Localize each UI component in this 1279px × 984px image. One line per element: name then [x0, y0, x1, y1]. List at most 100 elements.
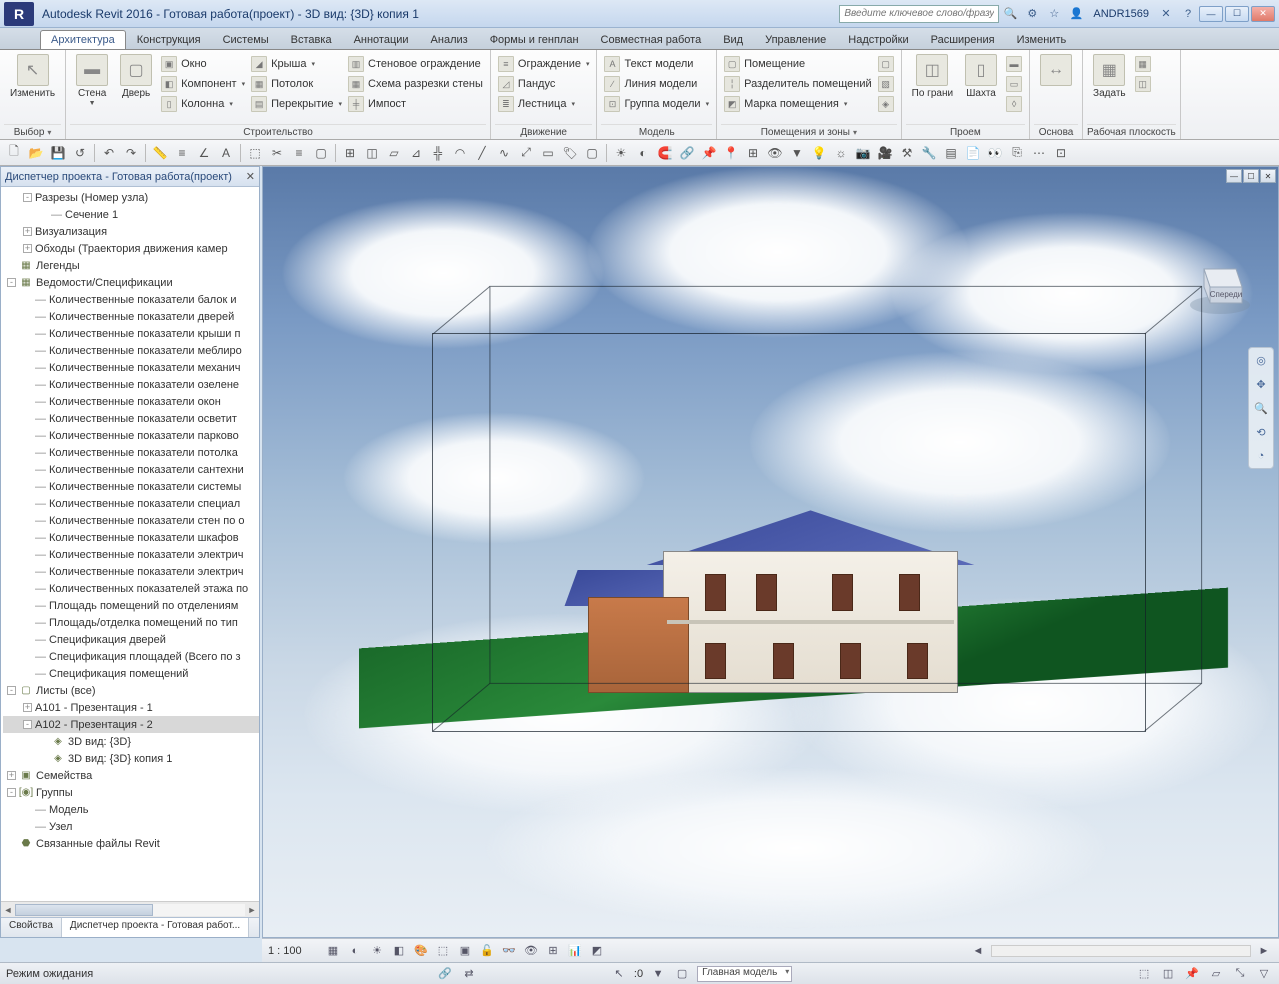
prop-icon[interactable]: 🔧 — [919, 143, 939, 163]
ribbon-tab-1[interactable]: Конструкция — [126, 30, 212, 49]
ribbon-panel-title[interactable]: Основа — [1034, 124, 1078, 139]
sel-underlay-icon[interactable]: ◫ — [1159, 966, 1177, 982]
tree-row[interactable]: ⬣Связанные файлы Revit — [3, 835, 259, 852]
zoom-icon[interactable]: 🔍 — [1252, 399, 1270, 417]
tree-row[interactable]: —Количественных показателей этажа по — [3, 580, 259, 597]
drag-icon[interactable]: ⤡ — [1231, 966, 1249, 982]
tree-row[interactable]: —Количественные показатели парково — [3, 427, 259, 444]
tree-row[interactable]: —Количественные показатели шкафов — [3, 529, 259, 546]
ribbon-tab-4[interactable]: Аннотации — [343, 30, 420, 49]
sel-pinned-icon[interactable]: 📌 — [1183, 966, 1201, 982]
tree-toggle-icon[interactable]: + — [23, 703, 32, 712]
ribbon-tab-12[interactable]: Изменить — [1006, 30, 1078, 49]
ribbon-small-1-0-2[interactable]: ▯Колонна▾ — [158, 94, 248, 114]
select-icon[interactable]: ↖ — [610, 966, 628, 982]
tree-row[interactable]: —Спецификация площадей (Всего по з — [3, 648, 259, 665]
pick-icon[interactable]: ⤢ — [516, 143, 536, 163]
ribbon-ico-4-0[interactable]: ▢ — [875, 54, 897, 74]
search-input[interactable] — [839, 5, 999, 23]
temp-hide-icon[interactable]: 👓 — [500, 942, 518, 960]
render-dialog-icon[interactable]: 🎨 — [412, 942, 430, 960]
tree-row[interactable]: —Количественные показатели озелене — [3, 376, 259, 393]
tree-row[interactable]: -A102 - Презентация - 2 — [3, 716, 259, 733]
ribbon-tab-8[interactable]: Вид — [712, 30, 754, 49]
analytic-icon[interactable]: 📊 — [566, 942, 584, 960]
open-icon[interactable]: 📂 — [26, 143, 46, 163]
align-icon[interactable]: ≡ — [172, 143, 192, 163]
opt-icon[interactable]: ⚒ — [897, 143, 917, 163]
magnet-icon[interactable]: 🧲 — [655, 143, 675, 163]
sun-path-icon[interactable]: ☀ — [368, 942, 386, 960]
tree-row[interactable]: —Сечение 1 — [3, 206, 259, 223]
ribbon-ico3-7-1[interactable]: ◫ — [1132, 74, 1154, 94]
project-browser-tab[interactable]: Диспетчер проекта - Готовая работ... — [62, 918, 249, 937]
tree-row[interactable]: —Площадь/отделка помещений по тип — [3, 614, 259, 631]
mat-icon[interactable]: ◐ — [633, 143, 653, 163]
tree-row[interactable]: —Количественные показатели окон — [3, 393, 259, 410]
vis-icon[interactable]: 👁 — [765, 143, 785, 163]
ribbon-ico-4-2[interactable]: ◈ — [875, 94, 897, 114]
model-icon[interactable]: ▢ — [673, 966, 691, 982]
tree-row[interactable]: +Визуализация — [3, 223, 259, 240]
tree-row[interactable]: —Количественные показатели стен по о — [3, 512, 259, 529]
undo-icon[interactable]: ↶ — [99, 143, 119, 163]
room-icon[interactable]: ▢ — [582, 143, 602, 163]
detail-level-icon[interactable]: ▦ — [324, 942, 342, 960]
tree-row[interactable]: +▣Семейства — [3, 767, 259, 784]
tree-row[interactable]: —Количественные показатели меблиро — [3, 342, 259, 359]
ribbon-ico3-7-0[interactable]: ▦ — [1132, 54, 1154, 74]
worksets-icon[interactable]: ⊞ — [544, 942, 562, 960]
tree-row[interactable]: —Спецификация дверей — [3, 631, 259, 648]
ribbon-tab-5[interactable]: Анализ — [420, 30, 479, 49]
sched-icon[interactable]: ▤ — [941, 143, 961, 163]
crop-icon[interactable]: ⬚ — [434, 942, 452, 960]
tree-row[interactable]: ◈3D вид: {3D} — [3, 733, 259, 750]
ribbon-panel-title[interactable]: Рабочая плоскость — [1087, 124, 1176, 139]
sel-filter-icon[interactable]: ▽ — [1255, 966, 1273, 982]
browser-tree[interactable]: -Разрезы (Номер узла)—Сечение 1+Визуализ… — [1, 187, 259, 901]
ribbon-ico-4-1[interactable]: ▧ — [875, 74, 897, 94]
ribbon-small-3-0-0[interactable]: AТекст модели — [601, 54, 712, 74]
design-option-combo[interactable]: Главная модель — [697, 966, 792, 982]
3d-icon[interactable]: ⬚ — [245, 143, 265, 163]
line-icon[interactable]: ╱ — [472, 143, 492, 163]
measure-icon[interactable]: 📏 — [150, 143, 170, 163]
ribbon-tab-3[interactable]: Вставка — [280, 30, 343, 49]
tree-row[interactable]: —Количественные показатели сантехни — [3, 461, 259, 478]
close-views-icon[interactable]: ▢ — [311, 143, 331, 163]
editreq-icon[interactable]: ⇄ — [460, 966, 478, 982]
box-icon[interactable]: ◫ — [362, 143, 382, 163]
grid-icon[interactable]: ╬ — [428, 143, 448, 163]
ribbon-big-6-0[interactable]: ↔ — [1034, 52, 1078, 90]
tree-row[interactable]: —Модель — [3, 801, 259, 818]
ribbon-tab-10[interactable]: Надстройки — [837, 30, 919, 49]
shadows-icon[interactable]: ◧ — [390, 942, 408, 960]
save-icon[interactable]: 💾 — [48, 143, 68, 163]
cam-icon[interactable]: 📷 — [853, 143, 873, 163]
crop-region-icon[interactable]: ▣ — [456, 942, 474, 960]
filter-icon[interactable]: ▼ — [787, 143, 807, 163]
reveal-icon[interactable]: 👁 — [522, 942, 540, 960]
angle-icon[interactable]: ∠ — [194, 143, 214, 163]
maximize-button[interactable]: ☐ — [1225, 6, 1249, 22]
ribbon-tab-6[interactable]: Формы и генплан — [479, 30, 590, 49]
dup-icon[interactable]: ⎘ — [1007, 143, 1027, 163]
tree-row[interactable]: +Обходы (Траектория движения камер — [3, 240, 259, 257]
star-icon[interactable]: ☆ — [1045, 5, 1063, 23]
section-icon[interactable]: ✂ — [267, 143, 287, 163]
tree-row[interactable]: -[◉]Группы — [3, 784, 259, 801]
render-icon[interactable]: ☀ — [611, 143, 631, 163]
arc-icon[interactable]: ◠ — [450, 143, 470, 163]
filter-status-icon[interactable]: ▼ — [649, 966, 667, 982]
vb-scroll-left[interactable]: ◄ — [969, 942, 987, 960]
tree-toggle-icon[interactable]: + — [7, 771, 16, 780]
view-close-icon[interactable]: ✕ — [1260, 169, 1276, 183]
ribbon-ico2-5-0[interactable]: ▬ — [1003, 54, 1025, 74]
ribbon-panel-title[interactable]: Помещения и зоны▾ — [721, 124, 897, 139]
ribbon-small-4-0-2[interactable]: ◩Марка помещения▾ — [721, 94, 875, 114]
sun-icon[interactable]: ☼ — [831, 143, 851, 163]
more2-icon[interactable]: ⊡ — [1051, 143, 1071, 163]
tree-row[interactable]: ▦Легенды — [3, 257, 259, 274]
tree-row[interactable]: —Количественные показатели системы — [3, 478, 259, 495]
user-icon[interactable]: 👤 — [1067, 5, 1085, 23]
